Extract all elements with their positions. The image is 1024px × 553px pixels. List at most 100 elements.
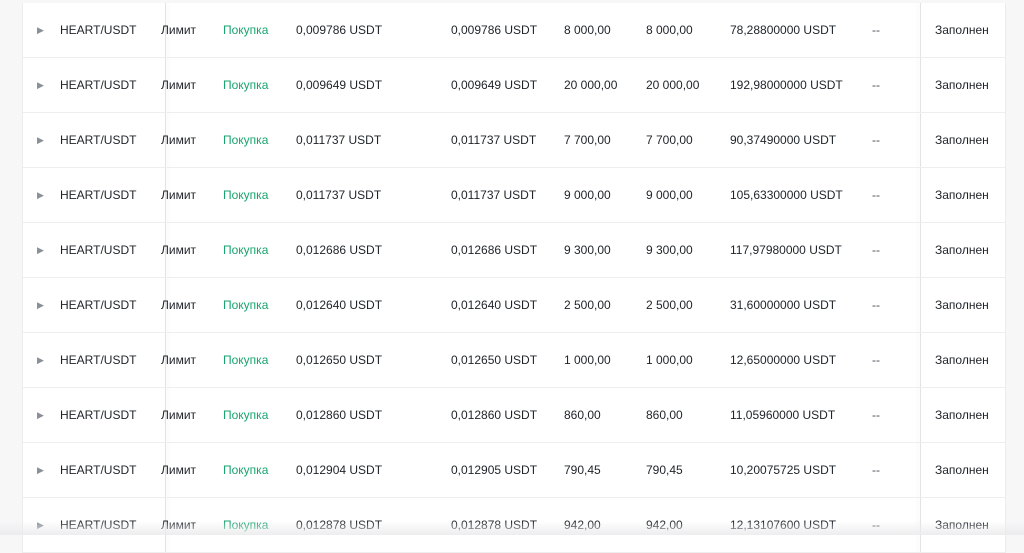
order-total: 10,20075725 USDT <box>730 463 837 477</box>
order-average-price: 0,012650 USDT <box>451 353 538 367</box>
order-price: 0,009786 USDT <box>296 23 383 37</box>
order-filled: 7 700,00 <box>646 133 693 147</box>
order-side: Покупка <box>223 298 269 312</box>
order-side: Покупка <box>223 408 269 422</box>
order-total: 105,63300000 USDT <box>730 188 843 202</box>
order-amount: 790,45 <box>564 463 601 477</box>
order-average-price: 0,009649 USDT <box>451 78 538 92</box>
order-price: 0,012686 USDT <box>296 243 383 257</box>
order-side: Покупка <box>223 463 269 477</box>
scroll-fade <box>0 521 1024 535</box>
order-average-price: 0,012905 USDT <box>451 463 538 477</box>
table-row[interactable]: ▶ HEART/USDT Лимит Покупка 0,012686 USDT 0,01… <box>23 223 1005 278</box>
table-row[interactable]: ▶ HEART/USDT Лимит Покупка 0,012904 USDT 0,01… <box>23 443 1005 498</box>
expand-row-triangle-right-icon[interactable]: ▶ <box>37 278 49 332</box>
order-average-price: 0,009786 USDT <box>451 23 538 37</box>
order-price: 0,012904 USDT <box>296 463 383 477</box>
order-average-price: 0,012860 USDT <box>451 408 538 422</box>
order-filled: 860,00 <box>646 408 683 422</box>
expand-row-triangle-right-icon[interactable]: ▶ <box>37 3 49 57</box>
order-pair: HEART/USDT <box>60 188 137 202</box>
order-trigger-conditions: -- <box>872 243 880 257</box>
order-pair: HEART/USDT <box>60 133 137 147</box>
order-side: Покупка <box>223 133 269 147</box>
table-row[interactable]: ▶ HEART/USDT Лимит Покупка 0,012860 USDT 0,01… <box>23 388 1005 443</box>
order-trigger-conditions: -- <box>872 133 880 147</box>
order-filled: 2 500,00 <box>646 298 693 312</box>
order-pair: HEART/USDT <box>60 23 137 37</box>
order-trigger-conditions: -- <box>872 23 880 37</box>
order-status: Заполнен <box>935 298 989 312</box>
table-row[interactable]: ▶ HEART/USDT Лимит Покупка 0,012650 USDT 0,01… <box>23 333 1005 388</box>
order-status: Заполнен <box>935 353 989 367</box>
order-price: 0,012640 USDT <box>296 298 383 312</box>
order-amount: 860,00 <box>564 408 601 422</box>
order-pair: HEART/USDT <box>60 408 137 422</box>
order-pair: HEART/USDT <box>60 78 137 92</box>
order-total: 12,65000000 USDT <box>730 353 837 367</box>
order-filled: 1 000,00 <box>646 353 693 367</box>
order-amount: 7 700,00 <box>564 133 611 147</box>
expand-row-triangle-right-icon[interactable]: ▶ <box>37 388 49 442</box>
expand-row-triangle-right-icon[interactable]: ▶ <box>37 443 49 497</box>
order-type: Лимит <box>161 353 197 367</box>
order-pair: HEART/USDT <box>60 298 137 312</box>
order-type: Лимит <box>161 463 197 477</box>
order-status: Заполнен <box>935 188 989 202</box>
order-side: Покупка <box>223 243 269 257</box>
order-amount: 20 000,00 <box>564 78 618 92</box>
table-row[interactable]: ▶ HEART/USDT Лимит Покупка 0,011737 USDT 0,01… <box>23 113 1005 168</box>
expand-row-triangle-right-icon[interactable]: ▶ <box>37 223 49 277</box>
expand-row-triangle-right-icon[interactable]: ▶ <box>37 58 49 112</box>
order-status: Заполнен <box>935 463 989 477</box>
order-trigger-conditions: -- <box>872 78 880 92</box>
order-type: Лимит <box>161 188 197 202</box>
order-side: Покупка <box>223 188 269 202</box>
order-rows: ▶ HEART/USDT Лимит Покупка 0,009786 USDT 0,00… <box>23 3 1005 553</box>
order-total: 90,37490000 USDT <box>730 133 837 147</box>
order-price: 0,012650 USDT <box>296 353 383 367</box>
order-filled: 9 000,00 <box>646 188 693 202</box>
order-price: 0,011737 USDT <box>296 133 382 147</box>
order-type: Лимит <box>161 133 197 147</box>
order-filled: 8 000,00 <box>646 23 693 37</box>
order-price: 0,009649 USDT <box>296 78 383 92</box>
order-type: Лимит <box>161 298 197 312</box>
order-trigger-conditions: -- <box>872 298 880 312</box>
order-average-price: 0,011737 USDT <box>451 188 537 202</box>
expand-row-triangle-right-icon[interactable]: ▶ <box>37 333 49 387</box>
order-status: Заполнен <box>935 243 989 257</box>
expand-row-triangle-right-icon[interactable]: ▶ <box>37 168 49 222</box>
order-status: Заполнен <box>935 408 989 422</box>
order-price: 0,011737 USDT <box>296 188 382 202</box>
table-row[interactable]: ▶ HEART/USDT Лимит Покупка 0,009649 USDT 0,00… <box>23 58 1005 113</box>
order-filled: 790,45 <box>646 463 683 477</box>
order-filled: 9 300,00 <box>646 243 693 257</box>
order-trigger-conditions: -- <box>872 463 880 477</box>
table-row[interactable]: ▶ HEART/USDT Лимит Покупка 0,009786 USDT 0,00… <box>23 3 1005 58</box>
order-total: 31,60000000 USDT <box>730 298 837 312</box>
order-trigger-conditions: -- <box>872 188 880 202</box>
order-side: Покупка <box>223 23 269 37</box>
order-status: Заполнен <box>935 78 989 92</box>
order-type: Лимит <box>161 408 197 422</box>
order-trigger-conditions: -- <box>872 408 880 422</box>
table-row[interactable]: ▶ HEART/USDT Лимит Покупка 0,012640 USDT 0,01… <box>23 278 1005 333</box>
table-row[interactable]: ▶ HEART/USDT Лимит Покупка 0,011737 USDT 0,01… <box>23 168 1005 223</box>
order-type: Лимит <box>161 243 197 257</box>
order-trigger-conditions: -- <box>872 353 880 367</box>
order-total: 78,28800000 USDT <box>730 23 837 37</box>
order-total: 11,05960000 USDT <box>730 408 836 422</box>
order-pair: HEART/USDT <box>60 353 137 367</box>
order-pair: HEART/USDT <box>60 243 137 257</box>
order-side: Покупка <box>223 78 269 92</box>
order-amount: 9 300,00 <box>564 243 611 257</box>
expand-row-triangle-right-icon[interactable]: ▶ <box>37 113 49 167</box>
order-status: Заполнен <box>935 133 989 147</box>
order-amount: 2 500,00 <box>564 298 611 312</box>
order-average-price: 0,011737 USDT <box>451 133 537 147</box>
order-price: 0,012860 USDT <box>296 408 383 422</box>
order-amount: 9 000,00 <box>564 188 611 202</box>
order-amount: 1 000,00 <box>564 353 611 367</box>
order-amount: 8 000,00 <box>564 23 611 37</box>
